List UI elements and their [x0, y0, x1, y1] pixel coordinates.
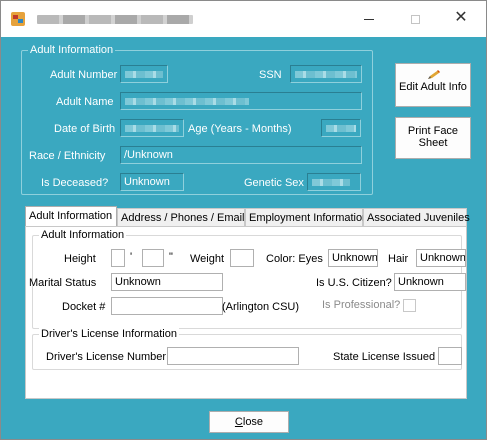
maximize-icon [410, 14, 420, 24]
genetic-sex-redacted [312, 179, 350, 186]
tab-adult-information[interactable]: Adult Information [25, 206, 117, 228]
close-button[interactable]: Close [209, 411, 289, 433]
ssn-label: SSN [259, 69, 282, 81]
genetic-sex-field[interactable] [307, 173, 361, 191]
marital-status-label: Marital Status [29, 277, 97, 289]
adult-number-redacted [125, 71, 163, 78]
weight-field[interactable] [230, 249, 254, 267]
us-citizen-label: Is U.S. Citizen? [316, 277, 392, 289]
date-of-birth-field[interactable] [120, 119, 184, 137]
inches-mark: " [169, 251, 173, 263]
adult-info-group-title: Adult Information [28, 44, 116, 56]
height-inches-field[interactable] [142, 249, 164, 267]
print-face-sheet-label: Print Face Sheet [407, 125, 459, 149]
state-license-issued-field[interactable] [438, 347, 462, 365]
adult-number-field[interactable] [120, 65, 168, 83]
race-ethnicity-value: /Unknown [124, 149, 173, 161]
hair-label: Hair [388, 253, 409, 265]
tab-address-phones-email[interactable]: Address / Phones / Email [117, 208, 245, 227]
adult-information-tab-panel: Adult Information Height ' " Weight Colo… [25, 226, 467, 399]
dob-redacted [125, 125, 179, 132]
race-ethnicity-field[interactable]: /Unknown [120, 146, 362, 164]
is-deceased-label: Is Deceased? [41, 177, 109, 189]
marital-status-value: Unknown [115, 276, 161, 288]
edit-adult-info-button[interactable]: Edit Adult Info [395, 63, 471, 107]
tab-associated-juveniles[interactable]: Associated Juveniles [363, 208, 470, 227]
hair-field[interactable]: Unknown [416, 249, 466, 267]
minimize-icon [364, 18, 374, 20]
eyes-field[interactable]: Unknown [328, 249, 378, 267]
adult-name-field[interactable] [120, 92, 362, 110]
is-professional-checkbox[interactable] [403, 299, 416, 312]
marital-status-field[interactable]: Unknown [111, 273, 223, 291]
main-window: ✕ Adult Information Adult Number SSN Adu… [0, 0, 487, 440]
tab-employment-information[interactable]: Employment Information [245, 208, 368, 227]
close-window-button[interactable]: ✕ [438, 1, 484, 37]
close-button-label: Close [234, 416, 264, 428]
minimize-button[interactable] [346, 1, 392, 37]
tab-adult-info-group-title: Adult Information [39, 229, 127, 241]
feet-mark: ' [130, 251, 133, 263]
ssn-field[interactable] [290, 65, 362, 83]
tab-employment-information-label: Employment Information [249, 212, 369, 224]
us-citizen-value: Unknown [398, 276, 444, 288]
print-face-sheet-button[interactable]: Print Face Sheet [395, 117, 471, 159]
height-feet-field[interactable] [111, 249, 125, 267]
tab-adult-information-label: Adult Information [29, 210, 113, 222]
race-ethnicity-label: Race / Ethnicity [29, 150, 106, 162]
edit-pencil-icon [428, 70, 440, 79]
age-redacted [326, 125, 356, 132]
close-icon: ✕ [454, 9, 468, 26]
state-license-issued-label: State License Issued [333, 351, 436, 363]
eyes-value: Unknown [332, 252, 378, 264]
color-eyes-label: Color: Eyes [266, 253, 323, 265]
maximize-button [392, 1, 438, 37]
docket-field[interactable] [111, 297, 223, 315]
ssn-redacted [295, 71, 357, 78]
age-field[interactable] [321, 119, 361, 137]
drivers-license-number-field[interactable] [167, 347, 299, 365]
is-deceased-field[interactable]: Unknown [120, 173, 184, 191]
window-title-redacted [37, 15, 193, 24]
title-bar[interactable]: ✕ [1, 1, 486, 37]
adult-name-redacted [125, 98, 249, 105]
drivers-license-number-label: Driver's License Number [46, 351, 167, 363]
app-icon [11, 12, 25, 26]
is-deceased-value: Unknown [124, 176, 170, 188]
docket-location-label: (Arlington CSU) [222, 301, 300, 313]
tab-associated-juveniles-label: Associated Juveniles [367, 212, 470, 224]
hair-value: Unknown [420, 252, 466, 264]
docket-label: Docket # [62, 301, 106, 313]
age-label: Age (Years - Months) [188, 123, 292, 135]
weight-label: Weight [190, 253, 225, 265]
drivers-license-group-title: Driver's License Information [39, 328, 179, 340]
adult-name-label: Adult Name [56, 96, 114, 108]
genetic-sex-label: Genetic Sex [244, 177, 304, 189]
is-professional-label: Is Professional? [322, 299, 401, 311]
date-of-birth-label: Date of Birth [54, 123, 116, 135]
us-citizen-field[interactable]: Unknown [394, 273, 466, 291]
height-label: Height [64, 253, 96, 265]
tab-address-phones-email-label: Address / Phones / Email [121, 212, 245, 224]
edit-adult-info-label: Edit Adult Info [399, 81, 467, 93]
adult-number-label: Adult Number [50, 69, 118, 81]
